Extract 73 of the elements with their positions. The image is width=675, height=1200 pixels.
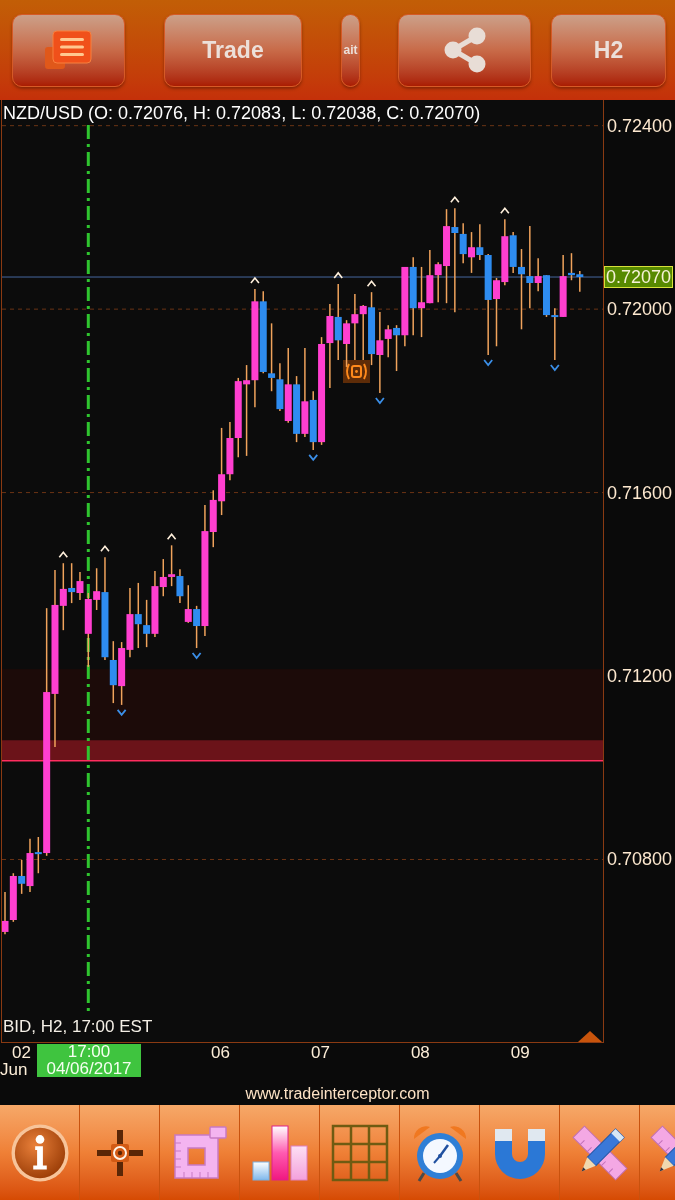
trough-marker-icon bbox=[191, 652, 202, 660]
candlestick bbox=[451, 207, 459, 314]
peak-marker-icon bbox=[450, 195, 460, 204]
trough-marker-icon bbox=[549, 364, 560, 372]
chart-title: NZD/USD (O: 0.72076, H: 0.72083, L: 0.72038, C: 0.72070) bbox=[3, 102, 481, 124]
website-url: www.tradeinterceptor.com bbox=[245, 1084, 430, 1104]
trough-marker-icon bbox=[483, 359, 494, 367]
peak-marker-icon bbox=[58, 550, 69, 558]
candlestick bbox=[18, 859, 26, 895]
grid-icon bbox=[330, 1123, 389, 1182]
price-label: 0.71600 bbox=[607, 481, 673, 504]
triangle-icon[interactable] bbox=[578, 1031, 602, 1042]
candlestick bbox=[268, 322, 276, 392]
candlestick bbox=[518, 248, 525, 331]
month-label: Jun bbox=[0, 1061, 28, 1078]
candlestick bbox=[143, 599, 151, 648]
peak-marker-icon bbox=[500, 206, 510, 215]
date-label: 06 bbox=[210, 1044, 230, 1062]
candlestick bbox=[376, 311, 384, 394]
ruler-frame-icon bbox=[171, 1124, 228, 1181]
candlestick bbox=[359, 304, 367, 361]
price-label: 0.71200 bbox=[607, 665, 673, 687]
candlestick bbox=[59, 562, 67, 631]
date-label: 07 bbox=[310, 1044, 330, 1062]
candlestick bbox=[526, 225, 534, 309]
chart-info-label: BID, H2, 17:00 EST bbox=[3, 1016, 153, 1038]
menu-button[interactable] bbox=[12, 13, 125, 87]
current-price-label: 0.72070 bbox=[604, 266, 674, 288]
trough-marker-icon bbox=[308, 454, 319, 462]
candlestick bbox=[476, 223, 484, 261]
trough-marker-icon bbox=[374, 397, 385, 405]
crosshair-icon bbox=[96, 1129, 143, 1176]
trade-button[interactable]: Trade bbox=[164, 13, 302, 87]
peak-marker-icon bbox=[250, 276, 260, 284]
date-label: 09 bbox=[510, 1044, 530, 1062]
candlestick bbox=[459, 222, 467, 265]
peak-marker-icon bbox=[100, 544, 110, 553]
candlestick bbox=[393, 324, 401, 372]
candlestick bbox=[351, 293, 359, 361]
share-icon bbox=[442, 27, 487, 73]
candlestick bbox=[468, 231, 476, 274]
candlestick bbox=[68, 562, 76, 604]
date-label: 02 bbox=[12, 1044, 31, 1062]
partial-button[interactable]: ait bbox=[341, 13, 360, 87]
peak-marker-icon bbox=[333, 271, 344, 279]
cursor-time: 17:00 bbox=[67, 1044, 111, 1060]
bar-chart-icon bbox=[250, 1123, 309, 1182]
candlestick bbox=[551, 307, 559, 361]
candlestick bbox=[168, 544, 176, 587]
candlestick bbox=[184, 584, 192, 624]
candlestick bbox=[176, 568, 184, 604]
candlestick bbox=[159, 558, 167, 597]
date-label: 08 bbox=[410, 1044, 430, 1062]
price-label: 0.72400 bbox=[607, 114, 673, 137]
trough-marker-icon bbox=[116, 709, 127, 717]
share-button[interactable] bbox=[398, 13, 531, 87]
candlestick bbox=[2, 891, 9, 935]
info-icon bbox=[10, 1123, 69, 1182]
candlestick bbox=[534, 257, 542, 292]
price-label: 0.70800 bbox=[607, 848, 673, 871]
candlestick bbox=[34, 836, 42, 874]
peak-marker-icon bbox=[166, 533, 177, 541]
candlestick bbox=[76, 571, 84, 601]
signal-icon bbox=[343, 360, 370, 383]
price-label: 0.72000 bbox=[607, 298, 673, 321]
timeframe-button[interactable]: H2 bbox=[551, 13, 666, 87]
candlestick bbox=[134, 582, 142, 649]
cursor-date: 04/06/2017 bbox=[46, 1060, 132, 1077]
candlestick bbox=[193, 605, 201, 649]
menu-icon bbox=[44, 29, 93, 71]
peak-marker-icon bbox=[366, 279, 377, 287]
candlestick bbox=[384, 324, 392, 359]
candlestick bbox=[334, 283, 342, 361]
